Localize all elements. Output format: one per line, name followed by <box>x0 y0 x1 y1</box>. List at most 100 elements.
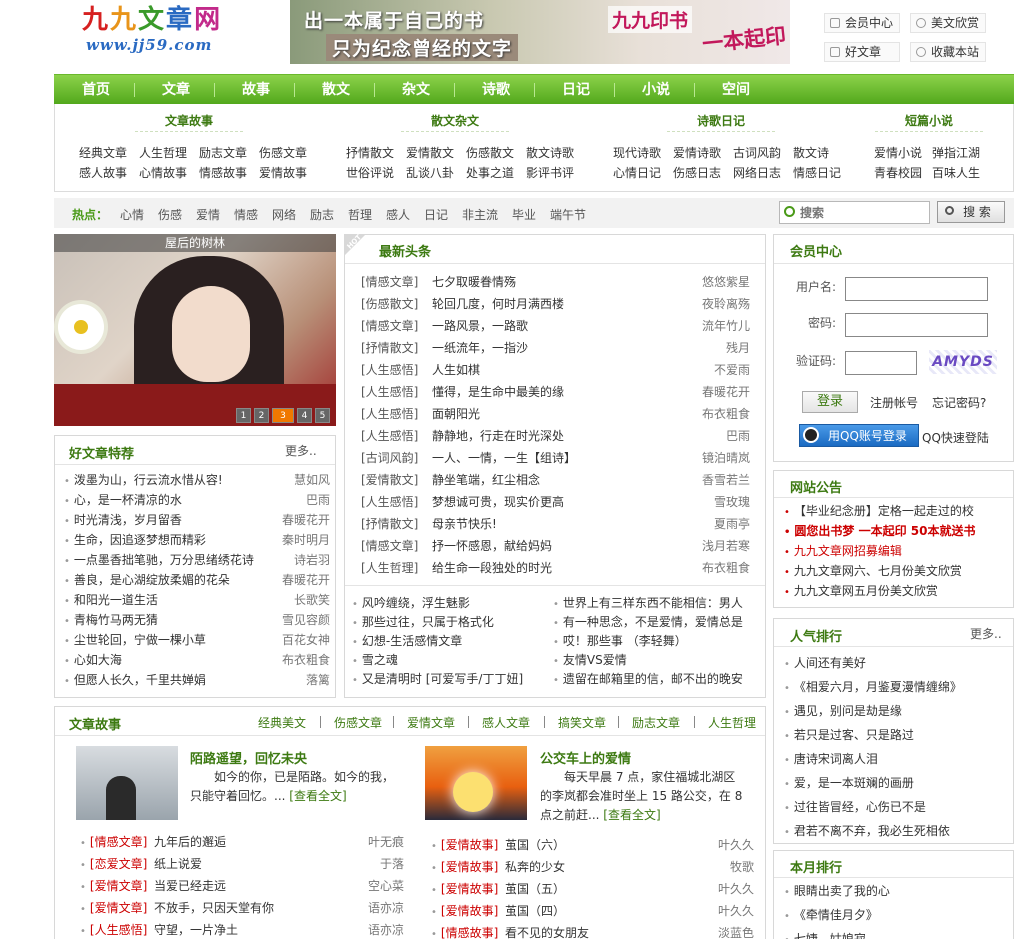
monthly-link[interactable]: 《牵情佳月夕》 <box>784 906 878 923</box>
nav-prose[interactable]: 散文 <box>296 75 376 105</box>
subnav-link[interactable]: 抒情散文 <box>346 144 394 161</box>
good-articles-link[interactable]: 好文章 <box>824 42 900 62</box>
headline-author[interactable]: 镜泊晴岚 <box>660 449 750 466</box>
subnav-link[interactable]: 世俗评说 <box>346 164 394 181</box>
subnav-link[interactable]: 乱谈八卦 <box>406 164 454 181</box>
story-author[interactable]: 淡蓝色 <box>674 924 754 939</box>
story-category[interactable]: [爱情文章] <box>80 899 147 916</box>
subnav-link[interactable]: 古词风韵 <box>733 144 781 161</box>
stories-tab[interactable]: 爱情文章 <box>407 714 455 731</box>
subnav-link[interactable]: 伤感日志 <box>673 164 721 181</box>
subnav-link[interactable]: 弹指江湖 <box>932 144 980 161</box>
headline-category[interactable]: [情感文章] <box>361 273 418 290</box>
good-article-author[interactable]: 慧如风 <box>250 471 330 488</box>
story-category[interactable]: [爱情故事] <box>431 902 498 919</box>
headline-author[interactable]: 流年竹儿 <box>660 317 750 334</box>
headline-category[interactable]: [人生感悟] <box>361 405 418 422</box>
subnav-link[interactable]: 现代诗歌 <box>613 144 661 161</box>
good-article-author[interactable]: 秦时明月 <box>250 531 330 548</box>
headline-extra-link[interactable]: 有一种思念，不是爱情，爱情总是 <box>553 613 743 630</box>
headline-category[interactable]: [抒情散文] <box>361 339 418 356</box>
stories-tab[interactable]: 伤感文章 <box>334 714 382 731</box>
subnav-link[interactable]: 处事之道 <box>466 164 514 181</box>
story-author[interactable]: 空心菜 <box>324 877 404 894</box>
subnav-link[interactable]: 散文诗歌 <box>526 144 574 161</box>
story-link[interactable]: 私奔的少女 <box>505 858 565 875</box>
nav-poetry[interactable]: 诗歌 <box>456 75 536 105</box>
headline-extra-link[interactable]: 哎！那些事 （李轻舞） <box>553 632 687 649</box>
hot-keyword[interactable]: 情感 <box>234 206 258 223</box>
announcement-link[interactable]: 圆您出书梦 一本起印 50本就送书 <box>784 522 975 539</box>
subnav-link[interactable]: 经典文章 <box>79 144 127 161</box>
headline-category[interactable]: [人生感悟] <box>361 383 418 400</box>
headline-category[interactable]: [爱情散文] <box>361 471 418 488</box>
nav-diary[interactable]: 日记 <box>536 75 616 105</box>
hot-keyword[interactable]: 爱情 <box>196 206 220 223</box>
captcha-image[interactable]: AMYDS <box>929 350 997 374</box>
popular-link[interactable]: 若只是过客、只是路过 <box>784 726 914 743</box>
story-author[interactable]: 语亦凉 <box>324 921 404 938</box>
hot-keyword[interactable]: 日记 <box>424 206 448 223</box>
headline-extra-link[interactable]: 又是清明时 [可爱写手/丁丁妞] <box>352 670 523 687</box>
subnav-link[interactable]: 爱情散文 <box>406 144 454 161</box>
nav-essays[interactable]: 杂文 <box>376 75 456 105</box>
subnav-link[interactable]: 伤感文章 <box>259 144 307 161</box>
headline-author[interactable]: 浅月若寒 <box>660 537 750 554</box>
slide-caption[interactable]: 屋后的树林 <box>54 234 336 252</box>
headline-category[interactable]: [人生哲理] <box>361 559 418 576</box>
subnav-title-novels[interactable]: 短篇小说 <box>875 110 983 132</box>
headline-extra-link[interactable]: 风吟缠绕，浮生魅影 <box>352 594 470 611</box>
slide-page[interactable]: 5 <box>315 408 330 423</box>
subnav-link[interactable]: 心情故事 <box>139 164 187 181</box>
headline-link[interactable]: 轮回几度，何时月满西楼 <box>432 295 564 312</box>
good-article-link[interactable]: 时光清浅，岁月留香 <box>64 511 182 528</box>
subnav-link[interactable]: 爱情小说 <box>874 144 922 161</box>
subnav-link[interactable]: 感人故事 <box>79 164 127 181</box>
story-category[interactable]: [恋爱文章] <box>80 855 147 872</box>
good-article-link[interactable]: 但愿人长久，千里共婵娟 <box>64 671 206 688</box>
read-more-link[interactable]: [查看全文] <box>603 808 660 822</box>
subnav-link[interactable]: 人生哲理 <box>139 144 187 161</box>
slide-page-active[interactable]: 3 <box>272 408 294 423</box>
popular-more[interactable]: 更多.. <box>970 625 1002 642</box>
subnav-title-poetry[interactable]: 诗歌日记 <box>667 110 775 132</box>
good-article-link[interactable]: 心如大海 <box>64 651 122 668</box>
monthly-link[interactable]: 眼睛出卖了我的心 <box>784 882 890 899</box>
headline-extra-link[interactable]: 雪之魂 <box>352 651 398 668</box>
story-link[interactable]: 九年后的邂逅 <box>154 833 226 850</box>
headline-extra-link[interactable]: 遗留在邮箱里的信，邮不出的晚安 <box>553 670 743 687</box>
headline-extra-link[interactable]: 友情VS爱情 <box>553 651 627 668</box>
announcement-link[interactable]: 【毕业纪念册】定格一起走过的校 <box>784 502 974 519</box>
good-article-link[interactable]: 心，是一杯清凉的水 <box>64 491 182 508</box>
member-center-link[interactable]: 会员中心 <box>824 13 900 33</box>
subnav-link[interactable]: 情感故事 <box>199 164 247 181</box>
headline-extra-link[interactable]: 世界上有三样东西不能相信：男人 <box>553 594 743 611</box>
nav-home[interactable]: 首页 <box>56 75 136 105</box>
headline-author[interactable]: 春暖花开 <box>660 383 750 400</box>
good-article-author[interactable]: 长歌笑 <box>250 591 330 608</box>
featured-essays-link[interactable]: 美文欣赏 <box>910 13 986 33</box>
good-article-author[interactable]: 雪见容颜 <box>250 611 330 628</box>
nav-novels[interactable]: 小说 <box>616 75 696 105</box>
headline-category[interactable]: [伤感散文] <box>361 295 418 312</box>
headline-link[interactable]: 一人、一情，一生【组诗】 <box>432 449 576 466</box>
good-article-author[interactable]: 落篱 <box>250 671 330 688</box>
good-article-link[interactable]: 和阳光一道生活 <box>64 591 158 608</box>
hot-keyword[interactable]: 励志 <box>310 206 334 223</box>
story-link[interactable]: 当爱已经走远 <box>154 877 226 894</box>
good-articles-more[interactable]: 更多.. <box>285 442 317 459</box>
popular-link[interactable]: 过往皆冒经，心伤已不是 <box>784 798 926 815</box>
popular-link[interactable]: 君若不离不弃，我必生死相依 <box>784 822 950 839</box>
good-article-link[interactable]: 青梅竹马两无猜 <box>64 611 158 628</box>
headline-category[interactable]: [人生感悟] <box>361 361 418 378</box>
good-article-author[interactable]: 春暖花开 <box>250 571 330 588</box>
hot-keyword[interactable]: 感人 <box>386 206 410 223</box>
hot-keyword[interactable]: 网络 <box>272 206 296 223</box>
story-category[interactable]: [情感文章] <box>80 833 147 850</box>
hot-keyword[interactable]: 伤感 <box>158 206 182 223</box>
ad-banner[interactable]: 出一本属于自己的书 只为纪念曾经的文字 九九印书 一本起印 <box>290 0 790 64</box>
headline-link[interactable]: 面朝阳光 <box>432 405 480 422</box>
story-author[interactable]: 语亦凉 <box>324 899 404 916</box>
headline-category[interactable]: [人生感悟] <box>361 493 418 510</box>
headline-extra-link[interactable]: 那些过往，只属于格式化 <box>352 613 494 630</box>
